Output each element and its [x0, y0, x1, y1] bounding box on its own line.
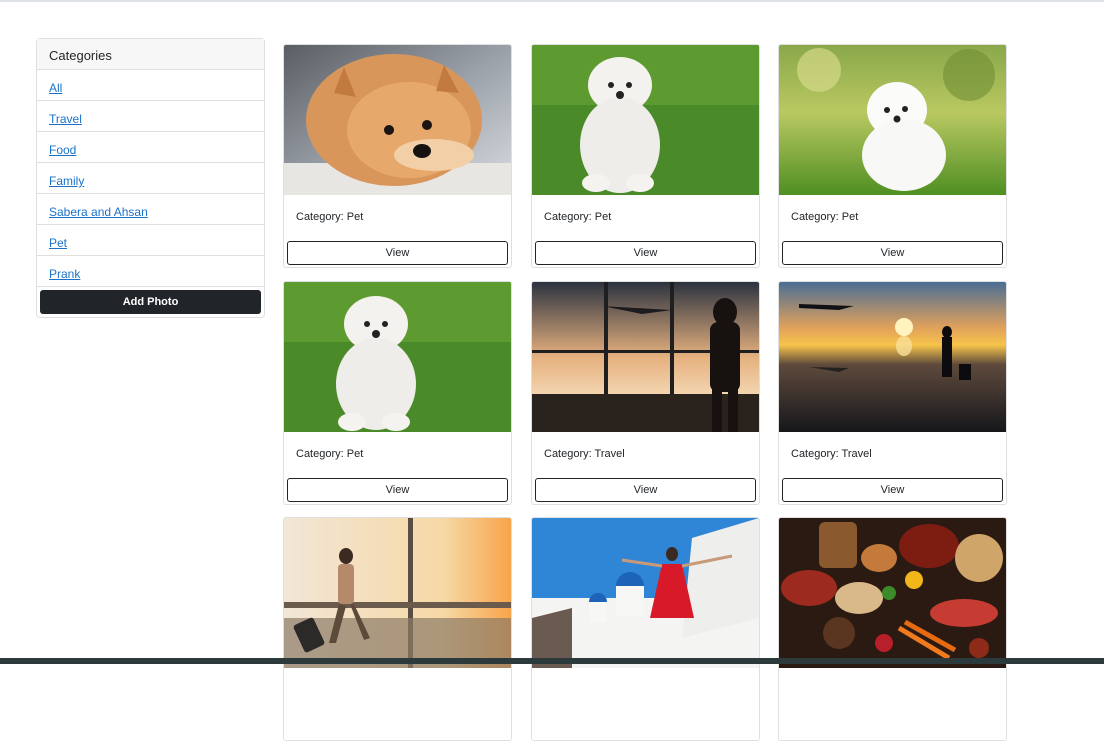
category-item-sabera-and-ahsan: Sabera and Ahsan	[37, 194, 264, 225]
category-link-food[interactable]: Food	[49, 143, 76, 157]
white-maltese-dog-on-grass-photo[interactable]	[284, 282, 511, 432]
view-button[interactable]: View	[535, 478, 756, 502]
add-photo-button[interactable]: Add Photo	[40, 290, 261, 314]
category-link-pet[interactable]: Pet	[49, 236, 67, 250]
photo-card: Category: Pet View	[283, 44, 512, 268]
assorted-food-table-photo[interactable]	[779, 518, 1006, 668]
woman-with-suitcase-in-terminal-photo[interactable]	[284, 518, 511, 668]
woman-in-red-dress-santorini-photo[interactable]	[532, 518, 759, 668]
category-item-pet: Pet	[37, 225, 264, 256]
pomeranian-dog-photo[interactable]	[284, 45, 511, 195]
photo-card: Category: Travel View	[531, 281, 760, 505]
categories-header: Categories	[37, 39, 264, 70]
category-item-travel: Travel	[37, 101, 264, 132]
card-category-label: Category: Travel	[544, 448, 625, 460]
view-button[interactable]: View	[287, 478, 508, 502]
sunset-traveler-with-airplane-photo[interactable]	[779, 282, 1006, 432]
category-item-food: Food	[37, 132, 264, 163]
photo-card	[778, 517, 1007, 741]
airport-window-traveler-silhouette-photo[interactable]	[532, 282, 759, 432]
photo-card: Category: Travel View	[778, 281, 1007, 505]
view-button[interactable]: View	[287, 241, 508, 265]
view-button[interactable]: View	[782, 478, 1003, 502]
category-link-travel[interactable]: Travel	[49, 112, 82, 126]
category-item-all: All	[37, 70, 264, 101]
category-link-sabera-and-ahsan[interactable]: Sabera and Ahsan	[49, 205, 148, 219]
category-link-all[interactable]: All	[49, 81, 62, 95]
card-category-label: Category: Pet	[296, 448, 364, 460]
photo-card: Category: Pet View	[531, 44, 760, 268]
card-category-label: Category: Pet	[791, 211, 859, 223]
photo-card: Category: Pet View	[283, 281, 512, 505]
card-category-label: Category: Pet	[296, 211, 364, 223]
photo-card	[531, 517, 760, 741]
category-link-prank[interactable]: Prank	[49, 267, 80, 281]
white-pomeranian-puppy-on-grass-photo[interactable]	[779, 45, 1006, 195]
top-divider	[0, 0, 1104, 2]
category-item-family: Family	[37, 163, 264, 194]
category-item-prank: Prank	[37, 256, 264, 287]
white-maltese-dog-on-grass-photo[interactable]	[532, 45, 759, 195]
window-bottom-bar	[0, 658, 1104, 664]
view-button[interactable]: View	[782, 241, 1003, 265]
category-link-family[interactable]: Family	[49, 174, 84, 188]
photo-card	[283, 517, 512, 741]
view-button[interactable]: View	[535, 241, 756, 265]
card-category-label: Category: Travel	[791, 448, 872, 460]
photo-card: Category: Pet View	[778, 44, 1007, 268]
card-category-label: Category: Pet	[544, 211, 612, 223]
categories-panel: Categories All Travel Food Family Sabera…	[36, 38, 265, 318]
